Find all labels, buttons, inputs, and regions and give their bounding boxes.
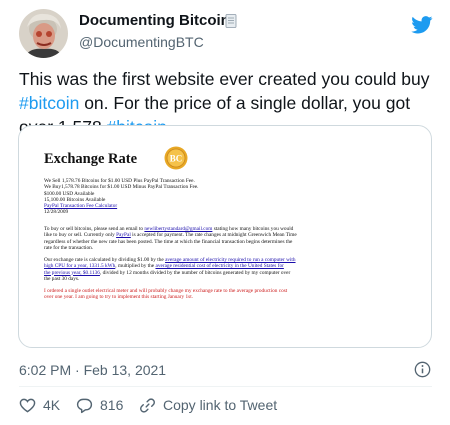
tweet-text-line1: This was the first website ever created …	[19, 69, 430, 89]
avatar[interactable]	[19, 9, 68, 58]
reply-icon	[76, 398, 93, 413]
para4-text: over one year. I am going to try to impl…	[44, 294, 194, 301]
twitter-bird-icon[interactable]	[411, 16, 433, 34]
cost-link[interactable]: average residential cost of electricity …	[155, 263, 283, 269]
reply-button[interactable]: 816	[76, 395, 123, 415]
para3-text: , multiplied by the	[115, 263, 156, 270]
paypal-link[interactable]: PayPal	[116, 232, 131, 238]
copy-link-label: Copy link to Tweet	[163, 397, 278, 413]
para3-text: the past 30 days.	[44, 275, 80, 282]
cost-link[interactable]: the previous year, $0.1136	[44, 270, 100, 276]
para2-text: rate for the transaction.	[44, 244, 94, 251]
author-handle[interactable]: @DocumentingBTC	[79, 34, 204, 50]
author-name[interactable]: Documenting Bitcoin	[79, 12, 230, 29]
like-count: 4K	[43, 397, 61, 413]
bitcoin-logo-icon: BC	[164, 146, 188, 170]
meter-paragraph: I ordered a single outlet electrical met…	[44, 288, 408, 301]
para3-text: , divided by 12 months divided by the nu…	[99, 269, 291, 276]
tweet: Documenting Bitcoin @DocumentingBTC This…	[0, 0, 450, 425]
electricity-link[interactable]: high CPU for a year, 1331.5 kWh	[44, 263, 115, 269]
info-icon[interactable]	[414, 361, 431, 378]
reply-count: 816	[100, 397, 124, 413]
tweet-timestamp[interactable]: 6:02 PM · Feb 13, 2021	[19, 362, 166, 378]
divider	[19, 386, 432, 387]
para2-text: is accepted for payment. The rate change…	[130, 232, 297, 239]
para2-text: like to buy or sell. Currently only	[44, 232, 117, 239]
hashtag-link[interactable]: #bitcoin	[19, 93, 79, 113]
copy-link-button[interactable]: Copy link to Tweet	[139, 395, 277, 415]
buy-sell-paragraph: To buy or sell bitcoins, please send an …	[44, 226, 408, 251]
heart-icon	[19, 398, 36, 413]
like-button[interactable]: 4K	[19, 395, 60, 415]
link-icon	[140, 397, 155, 413]
rates-block: We Sell 1,578.76 Bitcoins for $1.00 USD …	[44, 178, 408, 216]
exchange-rate-title: Exchange Rate	[44, 151, 138, 167]
bitcoin-logo-text: BC	[170, 154, 183, 164]
rate-date: 12/28/2009	[44, 209, 69, 216]
tweet-image[interactable]: Exchange Rate BC We Sell 1,578.76 Bitcoi…	[18, 125, 432, 348]
calculation-paragraph: Our exchange rate is calculated by divid…	[44, 257, 408, 282]
document-icon	[225, 14, 237, 28]
